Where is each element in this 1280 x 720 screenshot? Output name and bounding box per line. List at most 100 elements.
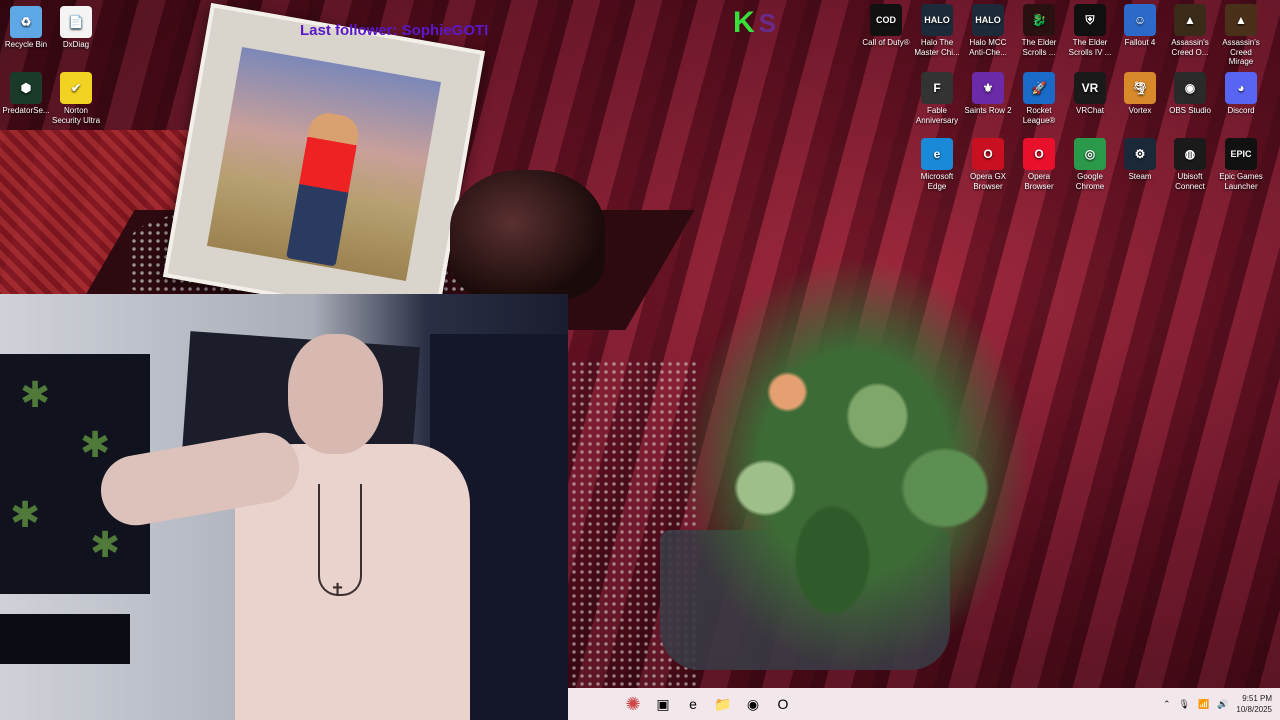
- volume-icon[interactable]: 🔊: [1217, 699, 1228, 710]
- microphone-icon[interactable]: 🎙: [1179, 699, 1190, 710]
- clock[interactable]: 9:51 PM 10/8/2025: [1236, 693, 1272, 715]
- photo-person: [286, 110, 362, 267]
- desktop-shortcut[interactable]: ☺ Fallout 4: [1116, 4, 1164, 48]
- shortcut-label: Epic Games Launcher: [1219, 172, 1263, 191]
- desktop-shortcut[interactable]: e Microsoft Edge: [913, 138, 961, 191]
- chevron-up-icon[interactable]: ⌃: [1163, 699, 1171, 710]
- vrchat-icon: VR: [1074, 72, 1106, 104]
- desktop-shortcut[interactable]: VR VRChat: [1066, 72, 1114, 116]
- shortcut-label: Assassin's Creed O...: [1171, 38, 1209, 57]
- obs-taskbar-icon[interactable]: ◉: [740, 691, 766, 717]
- clock-time: 9:51 PM: [1242, 694, 1272, 703]
- photo-frame: [162, 2, 486, 326]
- opera-gx-icon: O: [972, 138, 1004, 170]
- shortcut-label: Fable Anniversary: [915, 106, 959, 125]
- recycle-bin-icon: ♻: [10, 6, 42, 38]
- desktop-shortcut[interactable]: ◉ OBS Studio: [1166, 72, 1214, 116]
- shortcut-label: The Elder Scrolls IV ...: [1068, 38, 1112, 57]
- desktop-shortcut[interactable]: HALO Halo MCC Anti-Che...: [964, 4, 1012, 57]
- desktop-shortcut[interactable]: 🐉 The Elder Scrolls ...: [1015, 4, 1063, 57]
- window: [0, 614, 130, 664]
- shortcut-label: Rocket League®: [1022, 106, 1056, 125]
- webcam-overlay: ✱ ✱ ✱ ✱ ✝: [0, 294, 568, 720]
- desktop-shortcut[interactable]: ✔ Norton Security Ultra: [52, 72, 100, 125]
- norton-icon: ✔: [60, 72, 92, 104]
- cross-pendant: ✝: [330, 580, 346, 600]
- elder-scrolls-iv-icon: ⛨: [1074, 4, 1106, 36]
- desktop-shortcut[interactable]: ⬢ PredatorSe...: [2, 72, 50, 116]
- desktop-shortcut[interactable]: HALO Halo The Master Chi...: [913, 4, 961, 57]
- call-of-duty-icon: COD: [870, 4, 902, 36]
- shortcut-label: Vortex: [1128, 106, 1152, 115]
- shortcut-label: Opera GX Browser: [969, 172, 1006, 191]
- shortcut-label: DxDiag: [62, 40, 90, 49]
- desktop-shortcut[interactable]: ⛨ The Elder Scrolls IV ...: [1066, 4, 1114, 57]
- plant: [630, 200, 1080, 680]
- desktop-shortcut[interactable]: ▲ Assassin's Creed Mirage: [1217, 4, 1265, 67]
- assassins-creed-origins-icon: ▲: [1174, 4, 1206, 36]
- badge-k: K: [733, 6, 755, 39]
- assassins-creed-mirage-icon: ▲: [1225, 4, 1257, 36]
- steam-icon: ⚙: [1124, 138, 1156, 170]
- shortcut-label: Halo The Master Chi...: [914, 38, 960, 57]
- shortcut-label: Opera Browser: [1024, 172, 1054, 191]
- desktop-shortcut[interactable]: ▲ Assassin's Creed O...: [1166, 4, 1214, 57]
- halo-master-chief-icon: HALO: [921, 4, 953, 36]
- overlay-last-follower: Last follower: SophieGOTI: [300, 22, 489, 39]
- desktop-shortcut[interactable]: ◍ Ubisoft Connect: [1166, 138, 1214, 191]
- desktop-shortcut[interactable]: ◕ Discord: [1217, 72, 1265, 116]
- file-explorer-icon[interactable]: 📁: [710, 691, 736, 717]
- shortcut-label: Google Chrome: [1075, 172, 1105, 191]
- shortcut-label: Call of Duty®: [862, 38, 910, 47]
- desktop-shortcut[interactable]: 🚀 Rocket League®: [1015, 72, 1063, 125]
- elder-scrolls-online-icon: 🐉: [1023, 4, 1055, 36]
- obs-studio-icon: ◉: [1174, 72, 1206, 104]
- desktop-shortcut[interactable]: F Fable Anniversary: [913, 72, 961, 125]
- desktop-shortcut[interactable]: ⚜ Saints Row 2: [964, 72, 1012, 116]
- shortcut-label: Microsoft Edge: [920, 172, 954, 191]
- opera-taskbar-icon[interactable]: O: [770, 691, 796, 717]
- start-icon[interactable]: ✺: [620, 691, 646, 717]
- desktop-shortcut[interactable]: 📄 DxDiag: [52, 6, 100, 50]
- shortcut-label: Halo MCC Anti-Che...: [969, 38, 1007, 57]
- fallout-4-icon: ☺: [1124, 4, 1156, 36]
- task-view-icon[interactable]: ▣: [650, 691, 676, 717]
- stream-badge: K S: [733, 5, 793, 41]
- opera-browser-icon: O: [1023, 138, 1055, 170]
- desktop-shortcut[interactable]: ♻ Recycle Bin: [2, 6, 50, 50]
- urn: [450, 170, 605, 300]
- badge-s: S: [758, 7, 777, 38]
- clock-date: 10/8/2025: [1236, 705, 1272, 714]
- framed-photo: [206, 46, 442, 282]
- saints-row-2-icon: ⚜: [972, 72, 1004, 104]
- epic-games-icon: EPIC: [1225, 138, 1257, 170]
- microsoft-edge-icon: e: [921, 138, 953, 170]
- vortex-icon: 🌪: [1124, 72, 1156, 104]
- desktop-shortcut[interactable]: O Opera GX Browser: [964, 138, 1012, 191]
- shortcut-label: VRChat: [1075, 106, 1104, 115]
- shortcut-label: Assassin's Creed Mirage: [1222, 38, 1260, 66]
- system-tray: ⌃ 🎙 📶 🔊 9:51 PM 10/8/2025: [1163, 688, 1272, 720]
- taskbar: ✺ ▣ e 📁 ◉ O ⌃ 🎙 📶 🔊 9:51 PM 10/8/2025: [568, 688, 1280, 720]
- edge-taskbar-icon[interactable]: e: [680, 691, 706, 717]
- shortcut-label: Fallout 4: [1124, 38, 1156, 47]
- shortcut-label: Recycle Bin: [4, 40, 48, 49]
- rocket-league-icon: 🚀: [1023, 72, 1055, 104]
- halo-mcc-anticheat-icon: HALO: [972, 4, 1004, 36]
- dxdiag-icon: 📄: [60, 6, 92, 38]
- shortcut-label: OBS Studio: [1169, 106, 1211, 115]
- desktop-shortcut[interactable]: O Opera Browser: [1015, 138, 1063, 191]
- desktop-shortcut[interactable]: EPIC Epic Games Launcher: [1217, 138, 1265, 191]
- fable-anniversary-icon: F: [921, 72, 953, 104]
- desktop-shortcut[interactable]: COD Call of Duty®: [862, 4, 910, 48]
- desktop-shortcut[interactable]: ⚙ Steam: [1116, 138, 1164, 182]
- wifi-icon[interactable]: 📶: [1198, 699, 1209, 710]
- discord-icon: ◕: [1225, 72, 1257, 104]
- shortcut-label: Saints Row 2: [964, 106, 1012, 115]
- desktop-shortcut[interactable]: ◎ Google Chrome: [1066, 138, 1114, 191]
- desktop-shortcut[interactable]: 🌪 Vortex: [1116, 72, 1164, 116]
- google-chrome-icon: ◎: [1074, 138, 1106, 170]
- shortcut-label: Ubisoft Connect: [1175, 172, 1205, 191]
- predatorsense-icon: ⬢: [10, 72, 42, 104]
- shortcut-label: Steam: [1128, 172, 1152, 181]
